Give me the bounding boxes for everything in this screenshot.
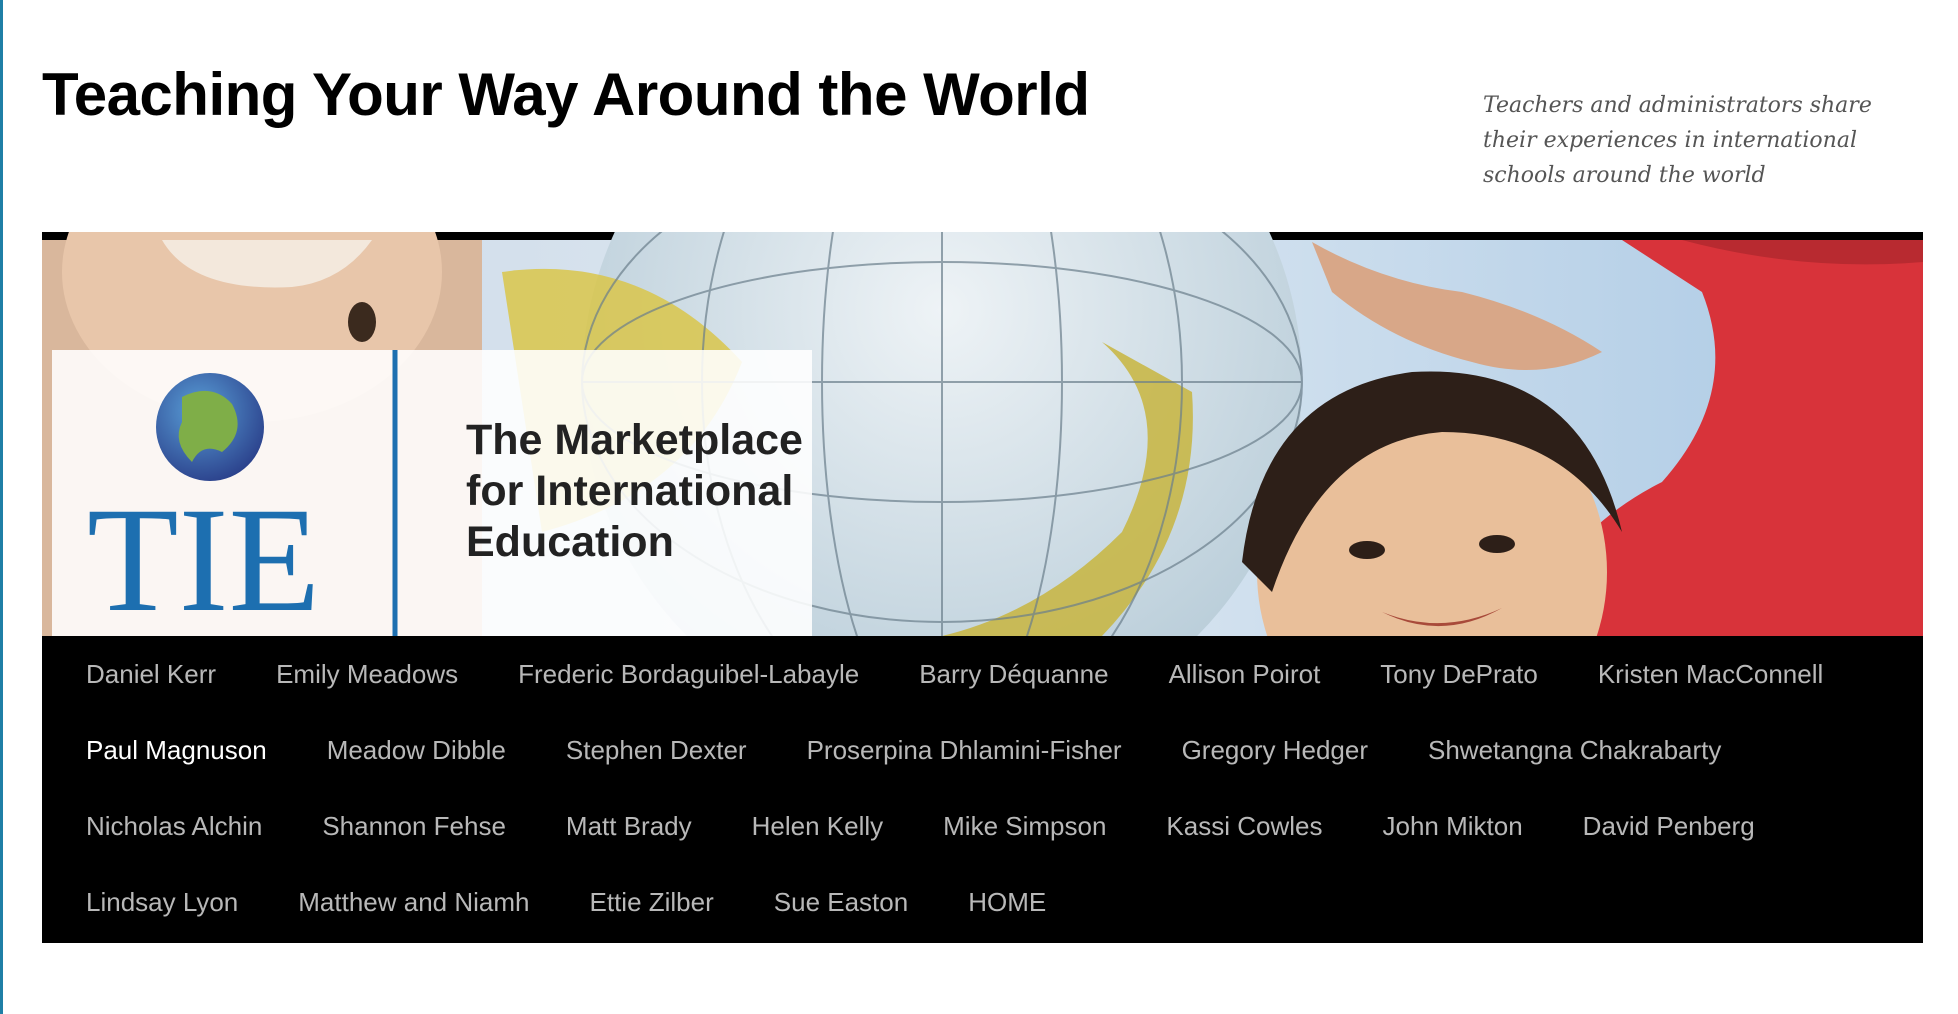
site-title-link[interactable]: Teaching Your Way Around the World	[42, 61, 1090, 128]
header-banner-image[interactable]: TIE The Marketplace for International Ed…	[42, 232, 1923, 636]
nav-link-lindsay-lyon[interactable]: Lindsay Lyon	[86, 887, 238, 917]
nav-item: Paul Magnuson	[45, 712, 287, 788]
banner-artwork: TIE The Marketplace for International Ed…	[42, 232, 1923, 636]
nav-link-matt-brady[interactable]: Matt Brady	[566, 811, 692, 841]
nav-item: Kassi Cowles	[1125, 788, 1342, 864]
tie-logo-line2: for International	[466, 467, 793, 515]
nav-link-david-penberg[interactable]: David Penberg	[1583, 811, 1755, 841]
nav-link-stephen-dexter[interactable]: Stephen Dexter	[566, 735, 747, 765]
primary-navigation: Daniel Kerr Emily Meadows Frederic Bordagu…	[42, 636, 1923, 943]
nav-item: Matt Brady	[525, 788, 712, 864]
nav-link-allison-poirot[interactable]: Allison Poirot	[1169, 659, 1321, 689]
nav-link-sue-easton[interactable]: Sue Easton	[774, 887, 908, 917]
nav-item: Tony DePrato	[1339, 636, 1558, 712]
nav-item: Matthew and Niamh	[257, 864, 549, 940]
nav-link-tony-deprato[interactable]: Tony DePrato	[1380, 659, 1538, 689]
nav-item: Proserpina Dhlamini-Fisher	[766, 712, 1142, 788]
nav-item: Shannon Fehse	[281, 788, 526, 864]
left-edge-accent	[0, 0, 3, 1014]
nav-item: Sue Easton	[733, 864, 928, 940]
nav-item: Stephen Dexter	[525, 712, 767, 788]
nav-link-home[interactable]: HOME	[968, 887, 1046, 917]
nav-item: Barry Déquanne	[878, 636, 1128, 712]
nav-item: Allison Poirot	[1128, 636, 1341, 712]
nav-item: Meadow Dibble	[286, 712, 526, 788]
nav-link-gregory-hedger[interactable]: Gregory Hedger	[1182, 735, 1368, 765]
tie-logo-line3: Education	[466, 518, 674, 566]
nav-link-nicholas-alchin[interactable]: Nicholas Alchin	[86, 811, 262, 841]
nav-item: Emily Meadows	[235, 636, 478, 712]
nav-link-meadow-dibble[interactable]: Meadow Dibble	[327, 735, 506, 765]
nav-link-john-mikton[interactable]: John Mikton	[1382, 811, 1522, 841]
nav-link-emily-meadows[interactable]: Emily Meadows	[276, 659, 458, 689]
nav-link-shwetangna-chakrabarty[interactable]: Shwetangna Chakrabarty	[1428, 735, 1721, 765]
nav-item: Lindsay Lyon	[45, 864, 258, 940]
nav-item: Mike Simpson	[902, 788, 1126, 864]
nav-link-mike-simpson[interactable]: Mike Simpson	[943, 811, 1106, 841]
nav-item: John Mikton	[1341, 788, 1542, 864]
nav-item: Frederic Bordaguibel-Labayle	[477, 636, 879, 712]
nav-link-paul-magnuson[interactable]: Paul Magnuson	[86, 735, 267, 765]
nav-menu: Daniel Kerr Emily Meadows Frederic Bordagu…	[42, 636, 1923, 940]
nav-link-kristen-macconnell[interactable]: Kristen MacConnell	[1598, 659, 1823, 689]
nav-item: Ettie Zilber	[549, 864, 734, 940]
site-tagline: Teachers and administrators share their …	[1483, 93, 1872, 188]
tie-logo-text: TIE	[87, 477, 320, 636]
nav-item: Shwetangna Chakrabarty	[1387, 712, 1741, 788]
tie-logo-line1: The Marketplace	[466, 416, 803, 464]
site-title: Teaching Your Way Around the World	[42, 60, 1090, 129]
site-header: Teaching Your Way Around the World Teach…	[42, 0, 1923, 232]
nav-item: Daniel Kerr	[45, 636, 236, 712]
nav-link-kassi-cowles[interactable]: Kassi Cowles	[1166, 811, 1322, 841]
nav-item: Gregory Hedger	[1141, 712, 1388, 788]
nav-link-frederic-bordaguibel-labayle[interactable]: Frederic Bordaguibel-Labayle	[518, 659, 859, 689]
nav-link-daniel-kerr[interactable]: Daniel Kerr	[86, 659, 216, 689]
nav-item: Kristen MacConnell	[1557, 636, 1843, 712]
nav-link-barry-d-quanne[interactable]: Barry Déquanne	[919, 659, 1108, 689]
nav-link-matthew-and-niamh[interactable]: Matthew and Niamh	[298, 887, 529, 917]
nav-link-shannon-fehse[interactable]: Shannon Fehse	[322, 811, 506, 841]
nav-item: Helen Kelly	[711, 788, 904, 864]
nav-item: HOME	[927, 864, 1066, 940]
nav-item: Nicholas Alchin	[45, 788, 282, 864]
nav-item: David Penberg	[1542, 788, 1775, 864]
nav-link-helen-kelly[interactable]: Helen Kelly	[752, 811, 884, 841]
nav-link-proserpina-dhlamini-fisher[interactable]: Proserpina Dhlamini-Fisher	[807, 735, 1122, 765]
nav-link-ettie-zilber[interactable]: Ettie Zilber	[590, 887, 714, 917]
